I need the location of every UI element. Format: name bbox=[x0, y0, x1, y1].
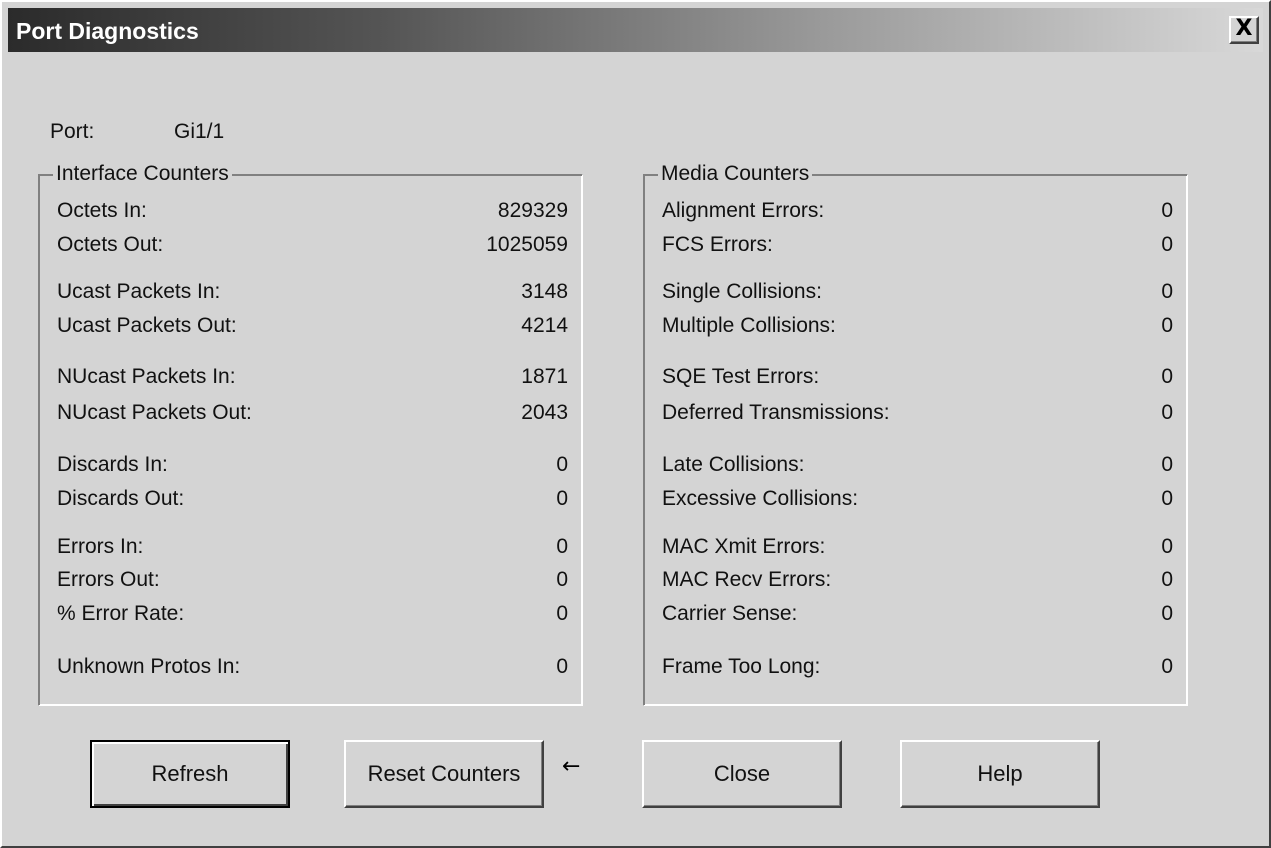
media-counter-label: FCS Errors: bbox=[662, 233, 773, 256]
media-counter-label: MAC Recv Errors: bbox=[662, 568, 832, 591]
interface-counter-label: Unknown Protos In: bbox=[57, 655, 241, 678]
close-icon[interactable]: X bbox=[1229, 16, 1259, 44]
media-counters-title: Media Counters bbox=[658, 162, 813, 186]
media-counter-label: Multiple Collisions: bbox=[662, 314, 836, 337]
interface-counter-label: NUcast Packets Out: bbox=[57, 401, 252, 424]
interface-counter-label: % Error Rate: bbox=[57, 602, 185, 625]
media-counter-label: Deferred Transmissions: bbox=[662, 401, 890, 424]
media-counter-value: 0 bbox=[1161, 487, 1173, 510]
media-counter-value: 0 bbox=[1161, 314, 1173, 337]
interface-counter-label: NUcast Packets In: bbox=[57, 365, 236, 388]
interface-counter-value: 0 bbox=[556, 487, 568, 510]
reset-counters-button[interactable]: Reset Counters bbox=[344, 740, 544, 808]
media-counter-label: MAC Xmit Errors: bbox=[662, 535, 826, 558]
interface-counter-value: 0 bbox=[556, 568, 568, 591]
media-counter-value: 0 bbox=[1161, 401, 1173, 424]
media-counters-group: Media Counters Alignment Errors: 0 FCS Err… bbox=[643, 162, 1188, 706]
window-title: Port Diagnostics bbox=[16, 18, 199, 44]
interface-counter-value: 3148 bbox=[521, 280, 568, 303]
interface-counters-group: Interface Counters Octets In: 829329 Octet… bbox=[38, 162, 583, 706]
port-diagnostics-dialog: Port Diagnostics X Port: Gi1/1 Interface… bbox=[0, 0, 1271, 848]
help-button[interactable]: Help bbox=[900, 740, 1100, 808]
interface-counter-value: 2043 bbox=[521, 401, 568, 424]
media-counter-label: Late Collisions: bbox=[662, 453, 805, 476]
media-counter-value: 0 bbox=[1161, 535, 1173, 558]
media-counter-label: Alignment Errors: bbox=[662, 199, 825, 222]
port-label: Port: bbox=[50, 120, 95, 143]
interface-counter-value: 4214 bbox=[521, 314, 568, 337]
media-counter-value: 0 bbox=[1161, 602, 1173, 625]
interface-counter-value: 0 bbox=[556, 535, 568, 558]
media-counter-label: Frame Too Long: bbox=[662, 655, 821, 678]
interface-counter-label: Octets Out: bbox=[57, 233, 164, 256]
interface-counter-value: 0 bbox=[556, 453, 568, 476]
media-counter-value: 0 bbox=[1161, 365, 1173, 388]
interface-counter-label: Errors In: bbox=[57, 535, 144, 558]
interface-counter-label: Discards In: bbox=[57, 453, 168, 476]
title-bar: Port Diagnostics X bbox=[8, 8, 1263, 52]
interface-counters-title: Interface Counters bbox=[53, 162, 232, 186]
interface-counter-label: Octets In: bbox=[57, 199, 147, 222]
interface-counter-value: 0 bbox=[556, 655, 568, 678]
media-counter-label: SQE Test Errors: bbox=[662, 365, 820, 388]
interface-counter-label: Ucast Packets Out: bbox=[57, 314, 237, 337]
media-counter-value: 0 bbox=[1161, 655, 1173, 678]
interface-counter-value: 1025059 bbox=[486, 233, 568, 256]
interface-counter-value: 829329 bbox=[497, 199, 568, 222]
port-value: Gi1/1 bbox=[174, 120, 225, 143]
interface-counter-label: Errors Out: bbox=[57, 568, 160, 591]
media-counter-value: 0 bbox=[1161, 568, 1173, 591]
refresh-button[interactable]: Refresh bbox=[90, 740, 290, 808]
media-counter-value: 0 bbox=[1161, 233, 1173, 256]
media-counter-value: 0 bbox=[1161, 453, 1173, 476]
close-button[interactable]: Close bbox=[642, 740, 842, 808]
media-counter-label: Single Collisions: bbox=[662, 280, 822, 303]
interface-counter-label: Ucast Packets In: bbox=[57, 280, 221, 303]
media-counter-label: Excessive Collisions: bbox=[662, 487, 859, 510]
media-counter-value: 0 bbox=[1161, 280, 1173, 303]
media-counter-value: 0 bbox=[1161, 199, 1173, 222]
left-arrow-icon: ← bbox=[562, 754, 581, 779]
interface-counter-label: Discards Out: bbox=[57, 487, 185, 510]
interface-counter-value: 0 bbox=[556, 602, 568, 625]
media-counter-label: Carrier Sense: bbox=[662, 602, 798, 625]
interface-counter-value: 1871 bbox=[521, 365, 568, 388]
